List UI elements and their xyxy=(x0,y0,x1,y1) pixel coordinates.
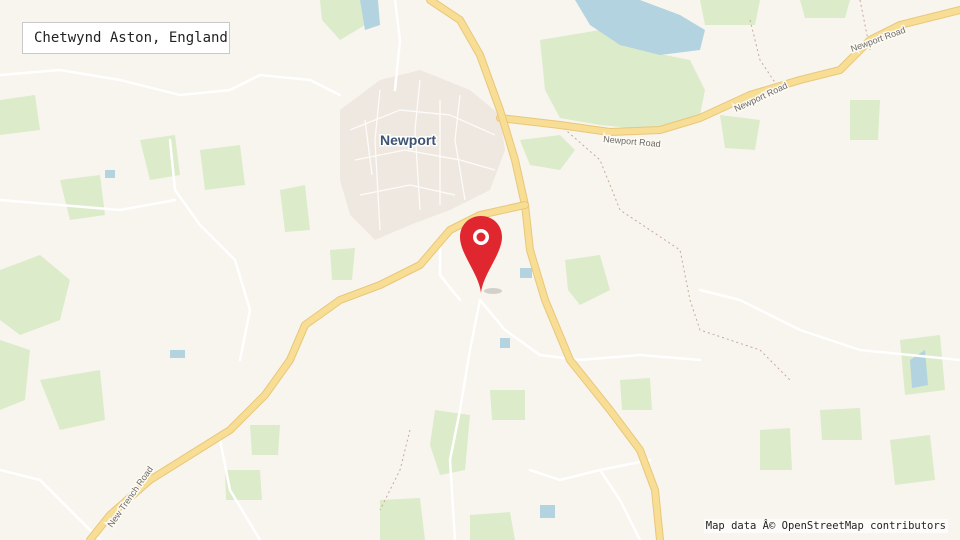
town-label-newport: Newport xyxy=(380,132,436,148)
map-attribution: Map data Â© OpenStreetMap contributors xyxy=(703,519,948,533)
map-canvas[interactable]: Newport Newport Road Newport Road Newpor… xyxy=(0,0,960,540)
location-label-box: Chetwynd Aston, England xyxy=(22,22,230,54)
location-label: Chetwynd Aston, England xyxy=(34,30,228,46)
